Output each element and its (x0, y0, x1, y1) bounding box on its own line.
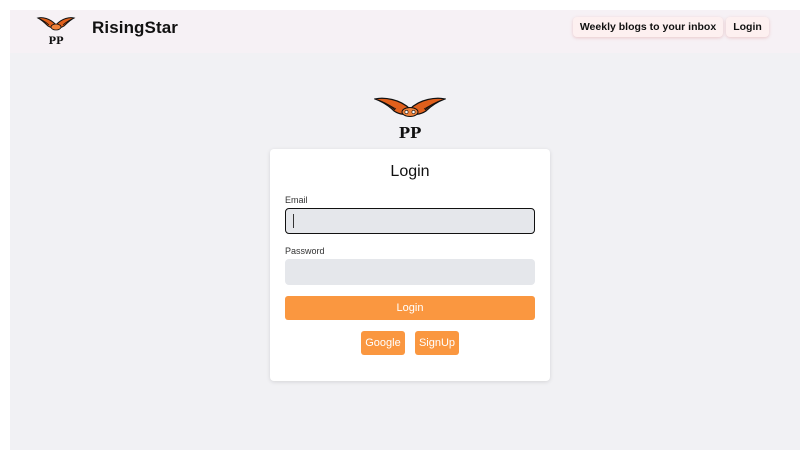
navbar: PP RisingStar Weekly blogs to your inbox… (10, 10, 800, 53)
email-label: Email (285, 195, 308, 205)
page-frame: PP RisingStar Weekly blogs to your inbox… (10, 10, 800, 450)
nav-login-button[interactable]: Login (726, 17, 769, 37)
signup-button[interactable]: SignUp (415, 331, 459, 355)
center-logo-text: PP (399, 124, 422, 140)
login-title: Login (390, 163, 430, 180)
login-submit-button[interactable]: Login (285, 296, 535, 320)
password-field[interactable] (285, 259, 535, 285)
text-caret (293, 214, 294, 228)
eagle-logo-icon: PP (374, 97, 446, 140)
brand-logo-text: PP (48, 36, 64, 46)
brand-name: RisingStar (92, 18, 179, 37)
login-card: Login Email Password Login Google SignUp (270, 149, 550, 381)
google-button[interactable]: Google (361, 331, 405, 355)
email-field[interactable] (285, 208, 535, 234)
newsletter-button[interactable]: Weekly blogs to your inbox (573, 17, 723, 37)
brand-logo-icon[interactable]: PP (36, 14, 76, 46)
password-label: Password (285, 246, 325, 256)
